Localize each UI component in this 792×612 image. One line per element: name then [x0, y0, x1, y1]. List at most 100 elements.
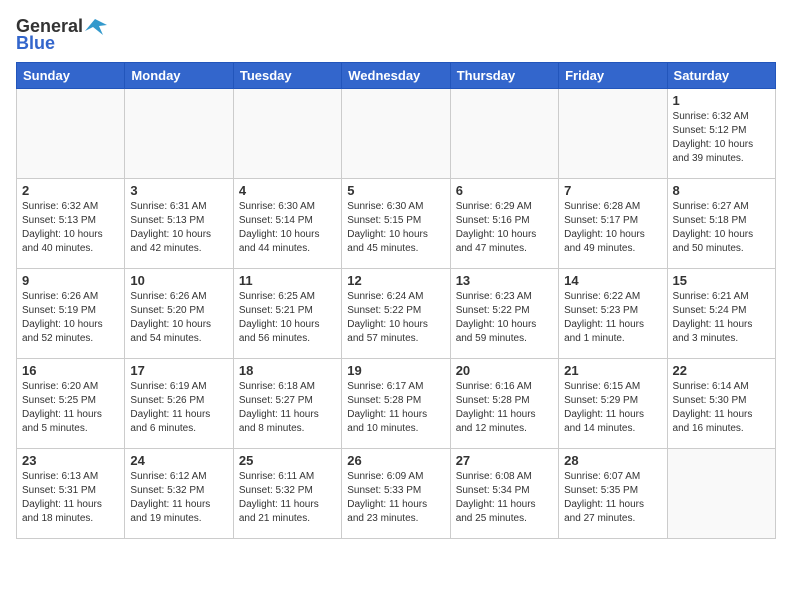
weekday-header-sunday: Sunday: [17, 63, 125, 89]
day-info: Sunrise: 6:26 AM Sunset: 5:20 PM Dayligh…: [130, 290, 227, 346]
calendar-cell: 26 Sunrise: 6:09 AM Sunset: 5:33 PM Dayli…: [342, 449, 450, 539]
day-info: Sunrise: 6:22 AM Sunset: 5:23 PM Dayligh…: [564, 290, 661, 346]
calendar-cell: 1 Sunrise: 6:32 AM Sunset: 5:12 PM Daylig…: [667, 89, 775, 179]
day-info: Sunrise: 6:16 AM Sunset: 5:28 PM Dayligh…: [456, 380, 553, 436]
calendar-cell: 21 Sunrise: 6:15 AM Sunset: 5:29 PM Dayli…: [559, 359, 667, 449]
day-info: Sunrise: 6:20 AM Sunset: 5:25 PM Dayligh…: [22, 380, 119, 436]
day-number: 22: [673, 363, 770, 378]
calendar-cell: [450, 89, 558, 179]
day-number: 26: [347, 453, 444, 468]
day-info: Sunrise: 6:19 AM Sunset: 5:26 PM Dayligh…: [130, 380, 227, 436]
calendar-cell: 10 Sunrise: 6:26 AM Sunset: 5:20 PM Dayli…: [125, 269, 233, 359]
day-info: Sunrise: 6:15 AM Sunset: 5:29 PM Dayligh…: [564, 380, 661, 436]
calendar-cell: 28 Sunrise: 6:07 AM Sunset: 5:35 PM Dayli…: [559, 449, 667, 539]
weekday-header-wednesday: Wednesday: [342, 63, 450, 89]
calendar-cell: [17, 89, 125, 179]
day-info: Sunrise: 6:25 AM Sunset: 5:21 PM Dayligh…: [239, 290, 336, 346]
calendar-cell: 5 Sunrise: 6:30 AM Sunset: 5:15 PM Daylig…: [342, 179, 450, 269]
day-info: Sunrise: 6:11 AM Sunset: 5:32 PM Dayligh…: [239, 470, 336, 526]
calendar-cell: 2 Sunrise: 6:32 AM Sunset: 5:13 PM Daylig…: [17, 179, 125, 269]
calendar-table: SundayMondayTuesdayWednesdayThursdayFrid…: [16, 62, 776, 539]
logo: General Blue: [16, 16, 107, 54]
calendar-cell: 4 Sunrise: 6:30 AM Sunset: 5:14 PM Daylig…: [233, 179, 341, 269]
day-info: Sunrise: 6:13 AM Sunset: 5:31 PM Dayligh…: [22, 470, 119, 526]
day-info: Sunrise: 6:12 AM Sunset: 5:32 PM Dayligh…: [130, 470, 227, 526]
calendar-cell: 23 Sunrise: 6:13 AM Sunset: 5:31 PM Dayli…: [17, 449, 125, 539]
day-number: 10: [130, 273, 227, 288]
calendar-cell: [233, 89, 341, 179]
day-info: Sunrise: 6:29 AM Sunset: 5:16 PM Dayligh…: [456, 200, 553, 256]
week-row-4: 16 Sunrise: 6:20 AM Sunset: 5:25 PM Dayli…: [17, 359, 776, 449]
day-number: 8: [673, 183, 770, 198]
calendar-cell: 17 Sunrise: 6:19 AM Sunset: 5:26 PM Dayli…: [125, 359, 233, 449]
day-info: Sunrise: 6:26 AM Sunset: 5:19 PM Dayligh…: [22, 290, 119, 346]
day-number: 11: [239, 273, 336, 288]
calendar-cell: 6 Sunrise: 6:29 AM Sunset: 5:16 PM Daylig…: [450, 179, 558, 269]
day-number: 3: [130, 183, 227, 198]
day-info: Sunrise: 6:31 AM Sunset: 5:13 PM Dayligh…: [130, 200, 227, 256]
week-row-1: 1 Sunrise: 6:32 AM Sunset: 5:12 PM Daylig…: [17, 89, 776, 179]
weekday-header-tuesday: Tuesday: [233, 63, 341, 89]
day-info: Sunrise: 6:18 AM Sunset: 5:27 PM Dayligh…: [239, 380, 336, 436]
day-info: Sunrise: 6:30 AM Sunset: 5:14 PM Dayligh…: [239, 200, 336, 256]
day-info: Sunrise: 6:08 AM Sunset: 5:34 PM Dayligh…: [456, 470, 553, 526]
day-number: 2: [22, 183, 119, 198]
calendar-cell: 24Sunrise: 6:12 AM Sunset: 5:32 PM Dayli…: [125, 449, 233, 539]
day-number: 17: [130, 363, 227, 378]
calendar-cell: 14 Sunrise: 6:22 AM Sunset: 5:23 PM Dayli…: [559, 269, 667, 359]
week-row-3: 9 Sunrise: 6:26 AM Sunset: 5:19 PM Daylig…: [17, 269, 776, 359]
calendar-cell: 15Sunrise: 6:21 AM Sunset: 5:24 PM Dayli…: [667, 269, 775, 359]
day-number: 12: [347, 273, 444, 288]
day-number: 4: [239, 183, 336, 198]
day-info: Sunrise: 6:28 AM Sunset: 5:17 PM Dayligh…: [564, 200, 661, 256]
calendar-cell: 19 Sunrise: 6:17 AM Sunset: 5:28 PM Dayli…: [342, 359, 450, 449]
calendar-cell: 12 Sunrise: 6:24 AM Sunset: 5:22 PM Dayli…: [342, 269, 450, 359]
day-number: 19: [347, 363, 444, 378]
day-number: 16: [22, 363, 119, 378]
day-number: 23: [22, 453, 119, 468]
weekday-header-row: SundayMondayTuesdayWednesdayThursdayFrid…: [17, 63, 776, 89]
day-number: 20: [456, 363, 553, 378]
day-number: 5: [347, 183, 444, 198]
calendar-cell: [667, 449, 775, 539]
calendar-cell: 16 Sunrise: 6:20 AM Sunset: 5:25 PM Dayli…: [17, 359, 125, 449]
day-number: 9: [22, 273, 119, 288]
day-number: 21: [564, 363, 661, 378]
day-number: 27: [456, 453, 553, 468]
day-number: 1: [673, 93, 770, 108]
calendar-cell: 8 Sunrise: 6:27 AM Sunset: 5:18 PM Daylig…: [667, 179, 775, 269]
day-number: 25: [239, 453, 336, 468]
calendar-cell: 11 Sunrise: 6:25 AM Sunset: 5:21 PM Dayli…: [233, 269, 341, 359]
day-info: Sunrise: 6:24 AM Sunset: 5:22 PM Dayligh…: [347, 290, 444, 346]
week-row-2: 2 Sunrise: 6:32 AM Sunset: 5:13 PM Daylig…: [17, 179, 776, 269]
calendar-cell: [342, 89, 450, 179]
logo-blue-text: Blue: [16, 33, 107, 54]
weekday-header-saturday: Saturday: [667, 63, 775, 89]
weekday-header-monday: Monday: [125, 63, 233, 89]
day-info: Sunrise: 6:23 AM Sunset: 5:22 PM Dayligh…: [456, 290, 553, 346]
page-header: General Blue: [16, 16, 776, 54]
calendar-cell: 22 Sunrise: 6:14 AM Sunset: 5:30 PM Dayli…: [667, 359, 775, 449]
day-number: 28: [564, 453, 661, 468]
day-info: Sunrise: 6:21 AM Sunset: 5:24 PM Dayligh…: [673, 290, 770, 346]
day-info: Sunrise: 6:27 AM Sunset: 5:18 PM Dayligh…: [673, 200, 770, 256]
day-number: 6: [456, 183, 553, 198]
day-info: Sunrise: 6:30 AM Sunset: 5:15 PM Dayligh…: [347, 200, 444, 256]
day-info: Sunrise: 6:14 AM Sunset: 5:30 PM Dayligh…: [673, 380, 770, 436]
day-info: Sunrise: 6:32 AM Sunset: 5:13 PM Dayligh…: [22, 200, 119, 256]
weekday-header-thursday: Thursday: [450, 63, 558, 89]
weekday-header-friday: Friday: [559, 63, 667, 89]
day-number: 14: [564, 273, 661, 288]
calendar-cell: 7Sunrise: 6:28 AM Sunset: 5:17 PM Daylig…: [559, 179, 667, 269]
week-row-5: 23 Sunrise: 6:13 AM Sunset: 5:31 PM Dayli…: [17, 449, 776, 539]
calendar-cell: 27 Sunrise: 6:08 AM Sunset: 5:34 PM Dayli…: [450, 449, 558, 539]
day-number: 18: [239, 363, 336, 378]
day-info: Sunrise: 6:09 AM Sunset: 5:33 PM Dayligh…: [347, 470, 444, 526]
calendar-cell: 25 Sunrise: 6:11 AM Sunset: 5:32 PM Dayli…: [233, 449, 341, 539]
calendar-cell: 20 Sunrise: 6:16 AM Sunset: 5:28 PM Dayli…: [450, 359, 558, 449]
day-info: Sunrise: 6:17 AM Sunset: 5:28 PM Dayligh…: [347, 380, 444, 436]
day-info: Sunrise: 6:32 AM Sunset: 5:12 PM Dayligh…: [673, 110, 770, 166]
day-info: Sunrise: 6:07 AM Sunset: 5:35 PM Dayligh…: [564, 470, 661, 526]
calendar-cell: 3 Sunrise: 6:31 AM Sunset: 5:13 PM Daylig…: [125, 179, 233, 269]
calendar-cell: [559, 89, 667, 179]
